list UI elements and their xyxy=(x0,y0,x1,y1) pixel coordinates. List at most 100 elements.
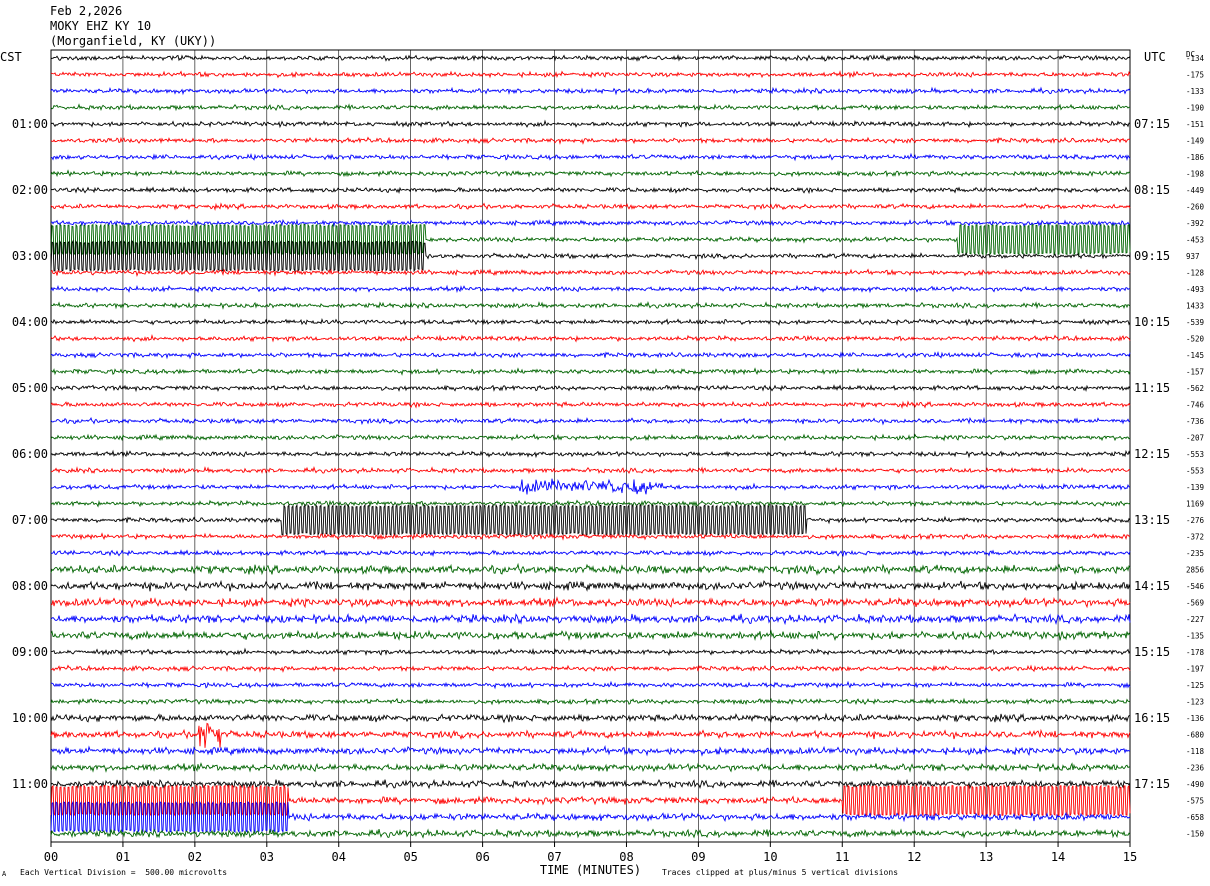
dc-offset-label: -260 xyxy=(1186,203,1205,212)
dc-offset-label: -236 xyxy=(1186,764,1205,773)
cst-hour-label: 06:00 xyxy=(12,447,48,461)
trace-row-1 xyxy=(50,70,1131,79)
trace-row-16 xyxy=(50,318,1131,327)
trace-row-2 xyxy=(50,86,1131,96)
trace-row-14 xyxy=(50,284,1131,294)
trace-row-33 xyxy=(50,596,1131,609)
cst-hour-label: 02:00 xyxy=(12,183,48,197)
trace-row-17 xyxy=(50,333,1131,343)
utc-hour-label: 17:15 xyxy=(1134,777,1170,791)
trace-row-36 xyxy=(51,647,1131,657)
scale-note: Each Vertical Division = 500.00 microvol… xyxy=(20,868,228,877)
seismogram-plot: -134-175-133-190-151-149-186-198-449-260… xyxy=(0,49,1205,877)
trace-row-19 xyxy=(50,367,1131,376)
cst-hour-label: 08:00 xyxy=(12,579,48,593)
x-tick-label: 04 xyxy=(332,850,346,864)
x-tick-label: 08 xyxy=(619,850,633,864)
trace-row-39 xyxy=(50,697,1131,706)
dc-offset-label: -197 xyxy=(1186,665,1204,674)
x-tick-label: 13 xyxy=(979,850,993,864)
cst-axis-label: CST xyxy=(0,50,22,64)
trace-row-20 xyxy=(50,384,1131,393)
x-tick-label: 02 xyxy=(188,850,202,864)
x-tick-label: 12 xyxy=(907,850,921,864)
dc-offset-label: -150 xyxy=(1186,830,1205,839)
trace-row-5 xyxy=(50,136,1131,145)
utc-hour-label: 08:15 xyxy=(1134,183,1170,197)
trace-row-40 xyxy=(50,712,1131,724)
dc-offset-label: -190 xyxy=(1186,104,1205,113)
trace-row-18 xyxy=(50,351,1131,360)
dc-offset-label: -198 xyxy=(1186,170,1205,179)
clip-note: Traces clipped at plus/minus 5 vertical … xyxy=(662,868,899,877)
trace-row-42 xyxy=(50,745,1131,757)
dc-offset-label: -736 xyxy=(1186,417,1205,426)
cst-hour-label: 11:00 xyxy=(12,777,48,791)
x-tick-label: 15 xyxy=(1123,850,1137,864)
trace-row-22 xyxy=(50,416,1131,426)
trace-row-26 xyxy=(50,478,1131,495)
cst-hour-label: 10:00 xyxy=(12,711,48,725)
cst-hour-label: 03:00 xyxy=(12,249,48,263)
dc-offset-label: -118 xyxy=(1186,747,1205,756)
utc-hour-label: 11:15 xyxy=(1134,381,1170,395)
corner-mark: A xyxy=(2,870,7,878)
dc-offset-label: -546 xyxy=(1186,582,1205,591)
trace-row-13 xyxy=(50,268,1131,277)
dc-offset-label: -553 xyxy=(1186,467,1204,476)
trace-row-47 xyxy=(50,828,1131,839)
trace-row-21 xyxy=(50,400,1131,409)
dc-offset-label: -149 xyxy=(1186,137,1204,146)
dc-offset-label: -453 xyxy=(1186,236,1204,245)
cst-hour-label: 01:00 xyxy=(12,117,48,131)
x-tick-label: 00 xyxy=(44,850,58,864)
dc-offset-label: -539 xyxy=(1186,318,1204,327)
x-tick-label: 11 xyxy=(835,850,849,864)
dc-offset-label: -569 xyxy=(1186,599,1204,608)
trace-row-24 xyxy=(50,449,1131,459)
trace-row-8 xyxy=(50,186,1131,195)
x-tick-label: 05 xyxy=(403,850,417,864)
dc-offset-label: -151 xyxy=(1186,120,1204,129)
dc-axis-label: DC xyxy=(1186,50,1195,59)
x-tick-label: 06 xyxy=(475,850,489,864)
trace-row-32 xyxy=(50,579,1131,592)
utc-hour-label: 15:15 xyxy=(1134,645,1170,659)
dc-offset-label: -562 xyxy=(1186,384,1204,393)
trace-row-27 xyxy=(50,499,1131,508)
dc-offset-label: -658 xyxy=(1186,813,1205,822)
utc-hour-label: 13:15 xyxy=(1134,513,1170,527)
x-tick-label: 01 xyxy=(116,850,130,864)
x-tick-label: 07 xyxy=(547,850,561,864)
utc-hour-label: 07:15 xyxy=(1134,117,1170,131)
trace-row-6 xyxy=(50,152,1131,162)
trace-row-9 xyxy=(50,202,1131,211)
dc-offset-label: -680 xyxy=(1186,731,1205,740)
dc-offset-label: -178 xyxy=(1186,648,1205,657)
trace-row-43 xyxy=(50,762,1131,773)
dc-offset-label: -136 xyxy=(1186,714,1205,723)
utc-axis-label: UTC xyxy=(1144,50,1166,64)
trace-row-38 xyxy=(50,680,1131,690)
trace-row-4 xyxy=(50,119,1131,129)
trace-row-41 xyxy=(50,722,1131,748)
dc-offset-label: -575 xyxy=(1186,797,1204,806)
utc-hour-label: 16:15 xyxy=(1134,711,1170,725)
dc-offset-label: -227 xyxy=(1186,615,1204,624)
dc-offset-label: -157 xyxy=(1186,368,1204,377)
dc-offset-label: 1433 xyxy=(1186,302,1204,311)
trace-row-35 xyxy=(50,629,1131,642)
dc-offset-label: -276 xyxy=(1186,516,1205,525)
x-tick-label: 09 xyxy=(691,850,705,864)
cst-hour-label: 04:00 xyxy=(12,315,48,329)
x-tick-label: 14 xyxy=(1051,850,1065,864)
trace-row-12 xyxy=(50,239,1131,273)
trace-row-10 xyxy=(50,218,1131,228)
dc-offset-label: -135 xyxy=(1186,632,1204,641)
trace-row-0 xyxy=(50,54,1131,62)
dc-offset-label: -207 xyxy=(1186,434,1204,443)
dc-offset-label: -145 xyxy=(1186,351,1204,360)
cst-hour-label: 09:00 xyxy=(12,645,48,659)
x-axis-title: TIME (MINUTES) xyxy=(540,863,641,877)
cst-hour-label: 05:00 xyxy=(12,381,48,395)
